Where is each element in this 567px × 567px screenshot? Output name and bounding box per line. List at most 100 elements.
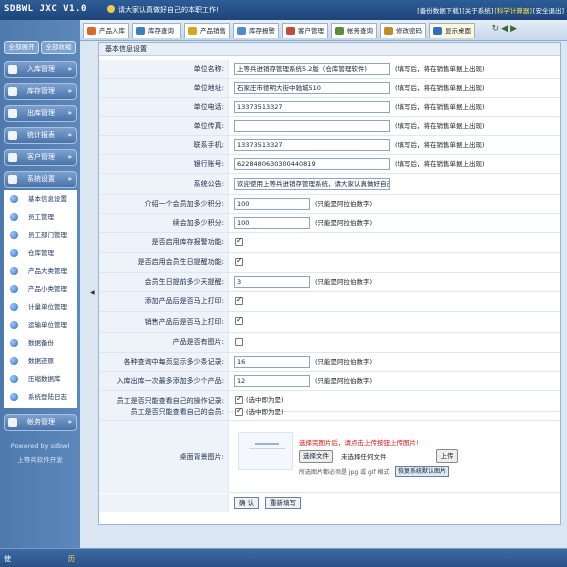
notice-icon <box>107 5 115 13</box>
reset-button[interactable]: 重新填写 <box>265 497 301 509</box>
powered-by: Powered by sdbwl <box>10 442 70 450</box>
birthday-reminder-checkbox[interactable] <box>235 256 243 266</box>
submenu-restore[interactable]: 数据还原 <box>4 352 77 370</box>
mobile-input[interactable]: 13373513327 <box>234 139 390 151</box>
sidebar-controls: 全部展开 全部收缩 <box>0 41 80 57</box>
tab-product-sales[interactable]: 产品销售 <box>184 23 230 38</box>
checkbox-note: (选中即为是) <box>246 408 284 416</box>
upload-button[interactable]: 上传 <box>436 449 458 463</box>
tab-label: 库存查询 <box>148 27 174 35</box>
print-after-sale-checkbox[interactable] <box>235 315 243 325</box>
max-products-input[interactable]: 12 <box>234 375 310 387</box>
footer-left-text: 使 <box>4 555 11 563</box>
bullet-icon <box>10 267 18 275</box>
submenu-label: 员工管理 <box>28 213 54 221</box>
bullet-icon <box>10 375 18 383</box>
sidebar-toggle-icon[interactable]: ◀ <box>90 289 95 296</box>
chevron-right-icon: » <box>67 109 72 117</box>
forward-icon[interactable]: ▶ <box>510 24 517 34</box>
search-icon <box>136 27 145 35</box>
menu-accounts[interactable]: 帐务管理 » <box>4 414 77 431</box>
page-size-input[interactable]: 16 <box>234 356 310 368</box>
back-icon[interactable]: ◀ <box>501 24 508 34</box>
submenu-staff[interactable]: 员工管理 <box>4 208 77 226</box>
backup-download-link[interactable]: [备份数据下载] <box>417 7 461 15</box>
footer-mid-text: 历 <box>68 555 75 563</box>
field-label: 单位传真: <box>99 117 229 135</box>
menu-label: 出库管理 <box>27 109 55 117</box>
tab-inventory-query[interactable]: 库存查询 <box>132 23 181 38</box>
tab-stock-in[interactable]: 产品入库 <box>83 23 129 38</box>
expand-all-button[interactable]: 全部展开 <box>4 41 39 54</box>
submenu-label: 数据备份 <box>28 339 54 347</box>
company-address-input[interactable]: 石家庄市德明大街中驰城510 <box>234 82 390 94</box>
submenu-compress[interactable]: 压缩数据库 <box>4 370 77 388</box>
collapse-all-button[interactable]: 全部收缩 <box>41 41 76 54</box>
alarm-icon <box>237 27 246 35</box>
about-system-link[interactable]: [关于系统] <box>462 7 493 15</box>
menu-label: 入库管理 <box>27 65 55 73</box>
tab-change-password[interactable]: 修改密码 <box>380 23 426 38</box>
refresh-icon[interactable]: ↻ <box>492 24 500 34</box>
tab-label: 客户管理 <box>298 27 324 35</box>
menu-stock-out[interactable]: 出库管理 » <box>4 105 77 122</box>
own-members-checkbox[interactable] <box>235 406 243 416</box>
menu-label: 统计报表 <box>27 131 55 139</box>
tab-show-desktop[interactable]: 显示桌面 <box>429 23 475 38</box>
stock-alarm-checkbox[interactable] <box>235 236 243 246</box>
menu-reports[interactable]: 统计报表 » <box>4 127 77 144</box>
submenu-warehouses[interactable]: 仓库管理 <box>4 244 77 262</box>
submenu-departments[interactable]: 员工部门管理 <box>4 226 77 244</box>
footer-bar: 使 历 <box>0 548 567 567</box>
form-row: 产品是否有图片: <box>99 333 560 353</box>
field-hint: (只能是阿拉伯数字) <box>315 377 373 385</box>
submenu-product-categories[interactable]: 产品大类管理 <box>4 262 77 280</box>
own-records-checkbox[interactable] <box>235 394 243 404</box>
field-label: 员工是否只能查看自己的会员: <box>99 404 229 420</box>
field-hint: (填写后，将在销售单据上出现) <box>395 141 485 149</box>
submenu-basic-info[interactable]: 基本信息设置 <box>4 190 77 208</box>
form-row: 单位地址: 石家庄市德明大街中驰城510 (填写后，将在销售单据上出现) <box>99 79 560 98</box>
referral-points-input[interactable]: 100 <box>234 198 310 210</box>
company-phone-input[interactable]: 13373513327 <box>234 101 390 113</box>
submenu-backup[interactable]: 数据备份 <box>4 334 77 352</box>
form-row: 会员生日提前多少天提醒: 3 (只能是阿拉伯数字) <box>99 273 560 292</box>
confirm-button[interactable]: 确 认 <box>234 497 260 509</box>
chevron-right-icon: » <box>67 418 72 426</box>
product-image-checkbox[interactable] <box>235 338 243 346</box>
renewal-points-input[interactable]: 100 <box>234 217 310 229</box>
menu-inventory[interactable]: 库存管理 » <box>4 83 77 100</box>
submenu-shipping[interactable]: 运输单位管理 <box>4 316 77 334</box>
menu-system-settings[interactable]: 系统设置 » <box>4 171 77 188</box>
submenu-units[interactable]: 计量单位管理 <box>4 298 77 316</box>
form-row: 系统公告: 欢迎使用上等兵进销存管理系统，请大家认真做好自己的 <box>99 174 560 195</box>
submenu-login-log[interactable]: 系统登陆日志 <box>4 388 77 406</box>
tab-label: 显示桌面 <box>445 27 471 35</box>
form-actions: 确 认 重新填写 <box>99 494 560 512</box>
bullet-icon <box>10 213 18 221</box>
restore-default-image-button[interactable]: 恢复系统默认图片 <box>395 466 450 477</box>
print-after-add-checkbox[interactable] <box>235 295 243 305</box>
logout-link[interactable]: [安全退出] <box>533 7 564 15</box>
choose-file-button[interactable]: 选择文件 <box>299 450 333 463</box>
tab-stock-alarm[interactable]: 库存报警 <box>233 23 279 38</box>
submenu-label: 运输单位管理 <box>28 321 67 329</box>
system-announcement-input[interactable]: 欢迎使用上等兵进销存管理系统，请大家认真做好自己的 <box>234 178 390 190</box>
form-row: 是否启用库存报警功能: <box>99 233 560 253</box>
form-row: 员工是否只能查看自己的会员: (选中即为是) <box>99 404 560 421</box>
menu-stock-in[interactable]: 入库管理 » <box>4 61 77 78</box>
tab-account-query[interactable]: 帐务查询 <box>331 23 377 38</box>
field-label: 桌面背景图片: <box>99 421 229 493</box>
tab-customer-management[interactable]: 客户管理 <box>282 23 328 38</box>
bullet-icon <box>10 393 18 401</box>
calculator-link[interactable]: [科学计算器] <box>494 7 532 15</box>
menu-customers[interactable]: 客户管理 » <box>4 149 77 166</box>
submenu-label: 数据还原 <box>28 357 54 365</box>
company-fax-input[interactable] <box>234 120 390 132</box>
bank-account-input[interactable]: 6228480630300440819 <box>234 158 390 170</box>
ledger-icon <box>335 27 344 35</box>
company-name-input[interactable]: 上等兵进销存管理系统5.2版（仓库管理软件) <box>234 63 390 75</box>
submenu-product-subcategories[interactable]: 产品小类管理 <box>4 280 77 298</box>
birthday-days-input[interactable]: 3 <box>234 276 310 288</box>
tab-label: 修改密码 <box>396 27 422 35</box>
